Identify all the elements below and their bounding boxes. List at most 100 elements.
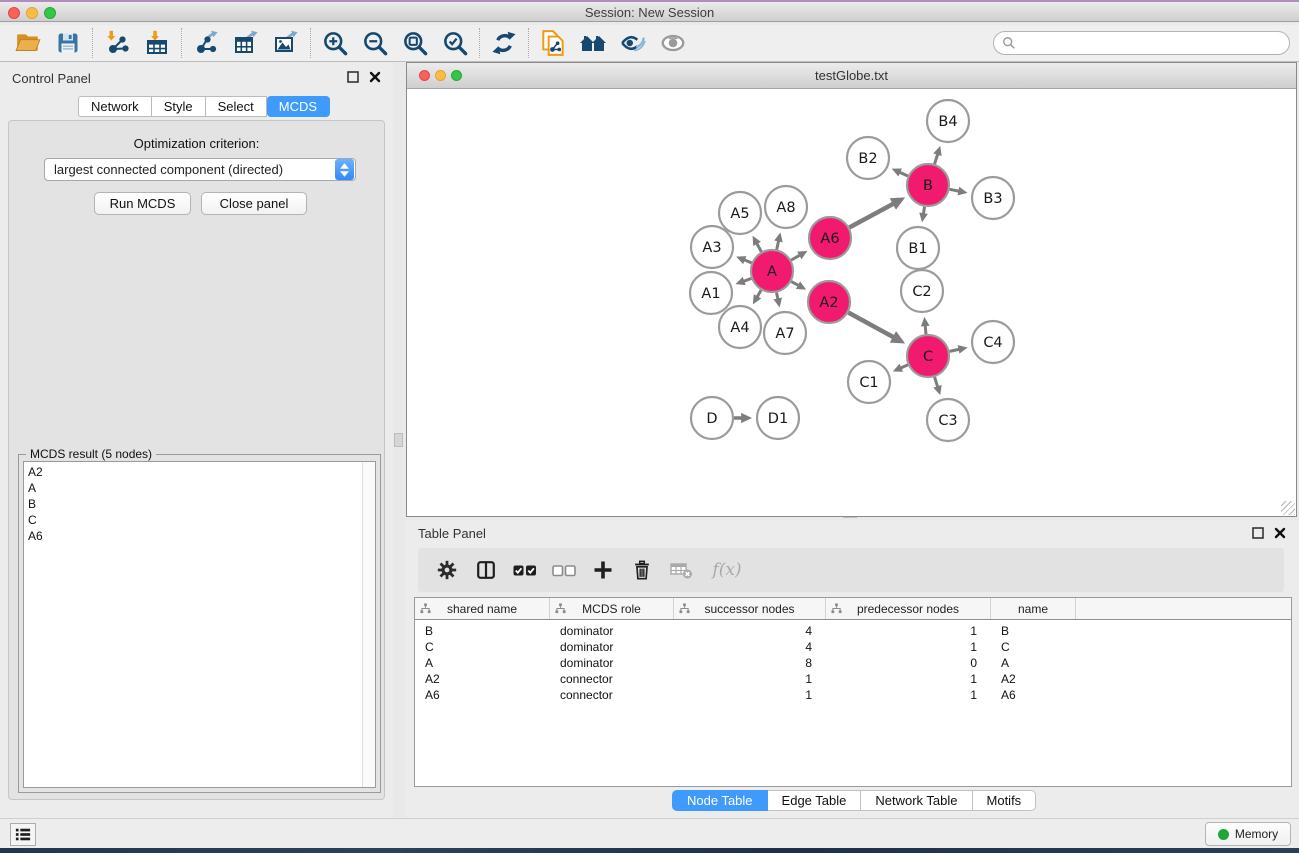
copy-style-icon[interactable] <box>533 27 573 59</box>
vertical-split-divider[interactable] <box>393 63 406 818</box>
cell-predecessor-nodes[interactable]: 1 <box>826 687 991 703</box>
cell-MCDS-role[interactable]: dominator <box>550 623 674 639</box>
search-field[interactable] <box>993 31 1290 55</box>
float-panel-icon[interactable] <box>347 71 359 83</box>
delete-icon[interactable] <box>627 555 657 585</box>
edge-C-C4[interactable] <box>950 349 960 351</box>
cell-MCDS-role[interactable]: dominator <box>550 655 674 671</box>
column-header-MCDS-role[interactable]: MCDS role <box>550 598 674 619</box>
cell-name[interactable]: A <box>991 655 1076 671</box>
cell-successor-nodes[interactable]: 4 <box>674 623 826 639</box>
tab-network[interactable]: Network <box>78 96 152 117</box>
add-icon[interactable] <box>588 555 618 585</box>
cell-MCDS-role[interactable]: connector <box>550 687 674 703</box>
cell-name[interactable]: A2 <box>991 671 1076 687</box>
cell-predecessor-nodes[interactable]: 1 <box>826 623 991 639</box>
column-header-successor-nodes[interactable]: successor nodes <box>674 598 826 619</box>
edge-A6-B[interactable] <box>849 204 893 228</box>
tab-network-table[interactable]: Network Table <box>861 790 972 811</box>
refresh-icon[interactable] <box>484 27 524 59</box>
edge-A-A1[interactable] <box>743 278 751 281</box>
column-header-predecessor-nodes[interactable]: predecessor nodes <box>826 598 991 619</box>
table-row[interactable]: A6connector11A6 <box>415 687 1291 703</box>
cell-shared-name[interactable]: A <box>415 655 550 671</box>
cell-successor-nodes[interactable]: 1 <box>674 687 826 703</box>
edge-B-B1[interactable] <box>923 207 924 214</box>
mcds-result-item[interactable]: A6 <box>24 528 375 544</box>
tab-node-table[interactable]: Node Table <box>672 790 768 811</box>
cell-name[interactable]: C <box>991 639 1076 655</box>
network-window-titlebar[interactable]: testGlobe.txt <box>407 63 1296 89</box>
cell-predecessor-nodes[interactable]: 0 <box>826 655 991 671</box>
tab-style[interactable]: Style <box>152 96 206 117</box>
cell-shared-name[interactable]: C <box>415 639 550 655</box>
delete-table-icon[interactable] <box>666 555 696 585</box>
close-table-panel-icon[interactable] <box>1274 527 1286 539</box>
show-column-icon[interactable] <box>471 555 501 585</box>
edge-C-C2[interactable] <box>925 325 926 334</box>
task-history-button[interactable] <box>10 823 36 846</box>
table-row[interactable]: Bdominator41B <box>415 623 1291 639</box>
cell-MCDS-role[interactable]: dominator <box>550 639 674 655</box>
select-all-checkboxes-icon[interactable] <box>510 555 540 585</box>
cell-predecessor-nodes[interactable]: 1 <box>826 639 991 655</box>
criterion-select[interactable]: largest connected component (directed) <box>44 158 356 181</box>
edge-A-A4[interactable] <box>757 290 761 297</box>
show-graphics-details-icon[interactable] <box>613 27 653 59</box>
open-file-icon[interactable] <box>8 27 48 59</box>
close-panel-icon[interactable] <box>369 71 381 83</box>
float-table-panel-icon[interactable] <box>1252 527 1264 539</box>
column-header-name[interactable]: name <box>991 598 1076 619</box>
zoom-selected-icon[interactable] <box>435 27 475 59</box>
edge-A-A3[interactable] <box>744 260 752 263</box>
export-image-icon[interactable] <box>266 27 306 59</box>
mcds-result-item[interactable]: B <box>24 496 375 512</box>
export-table-icon[interactable] <box>226 27 266 59</box>
tab-mcds[interactable]: MCDS <box>267 96 330 117</box>
network-canvas[interactable]: B4B2BB3A5A8A6B1A3AC2A1A2A4A7C4CC1C3DD1 <box>408 90 1295 515</box>
mcds-result-item[interactable]: A2 <box>24 464 375 480</box>
search-input[interactable] <box>1021 36 1289 50</box>
cell-MCDS-role[interactable]: connector <box>550 671 674 687</box>
mcds-result-item[interactable]: C <box>24 512 375 528</box>
close-panel-button[interactable]: Close panel <box>201 192 307 215</box>
edge-A-A7[interactable] <box>777 293 778 300</box>
edge-C-C3[interactable] <box>935 377 938 387</box>
home-layout-icon[interactable] <box>573 27 613 59</box>
table-row[interactable]: A2connector11A2 <box>415 671 1291 687</box>
export-network-icon[interactable] <box>186 27 226 59</box>
edge-B-B2[interactable] <box>899 172 908 176</box>
mcds-result-item[interactable]: A <box>24 480 375 496</box>
import-table-icon[interactable] <box>137 27 177 59</box>
edge-A-A6[interactable] <box>791 255 800 260</box>
cell-predecessor-nodes[interactable]: 1 <box>826 671 991 687</box>
hide-graphics-icon[interactable] <box>653 27 693 59</box>
cell-shared-name[interactable]: A2 <box>415 671 550 687</box>
window-resize-grip[interactable] <box>1281 501 1295 515</box>
edge-A-A5[interactable] <box>757 243 762 252</box>
edge-B-B3[interactable] <box>950 189 960 191</box>
edge-A-A8[interactable] <box>777 241 779 250</box>
cell-successor-nodes[interactable]: 4 <box>674 639 826 655</box>
cell-shared-name[interactable]: B <box>415 623 550 639</box>
cell-successor-nodes[interactable]: 1 <box>674 671 826 687</box>
edge-C-C1[interactable] <box>900 365 907 368</box>
zoom-out-icon[interactable] <box>355 27 395 59</box>
mcds-list-scrollbar[interactable] <box>362 462 375 787</box>
function-builder-icon[interactable]: f(x) <box>705 555 749 585</box>
deselect-all-checkboxes-icon[interactable] <box>549 555 579 585</box>
cell-shared-name[interactable]: A6 <box>415 687 550 703</box>
zoom-in-icon[interactable] <box>315 27 355 59</box>
tab-select[interactable]: Select <box>206 96 267 117</box>
table-settings-gear-icon[interactable] <box>432 555 462 585</box>
edge-B-B4[interactable] <box>935 154 938 164</box>
edge-A-A2[interactable] <box>791 282 799 286</box>
memory-button[interactable]: Memory <box>1205 822 1291 846</box>
tab-motifs[interactable]: Motifs <box>973 790 1037 811</box>
column-header-shared-name[interactable]: shared name <box>415 598 550 619</box>
table-row[interactable]: Adominator80A <box>415 655 1291 671</box>
edge-A2-C[interactable] <box>848 313 893 338</box>
run-mcds-button[interactable]: Run MCDS <box>94 192 191 215</box>
zoom-fit-icon[interactable] <box>395 27 435 59</box>
cell-name[interactable]: A6 <box>991 687 1076 703</box>
